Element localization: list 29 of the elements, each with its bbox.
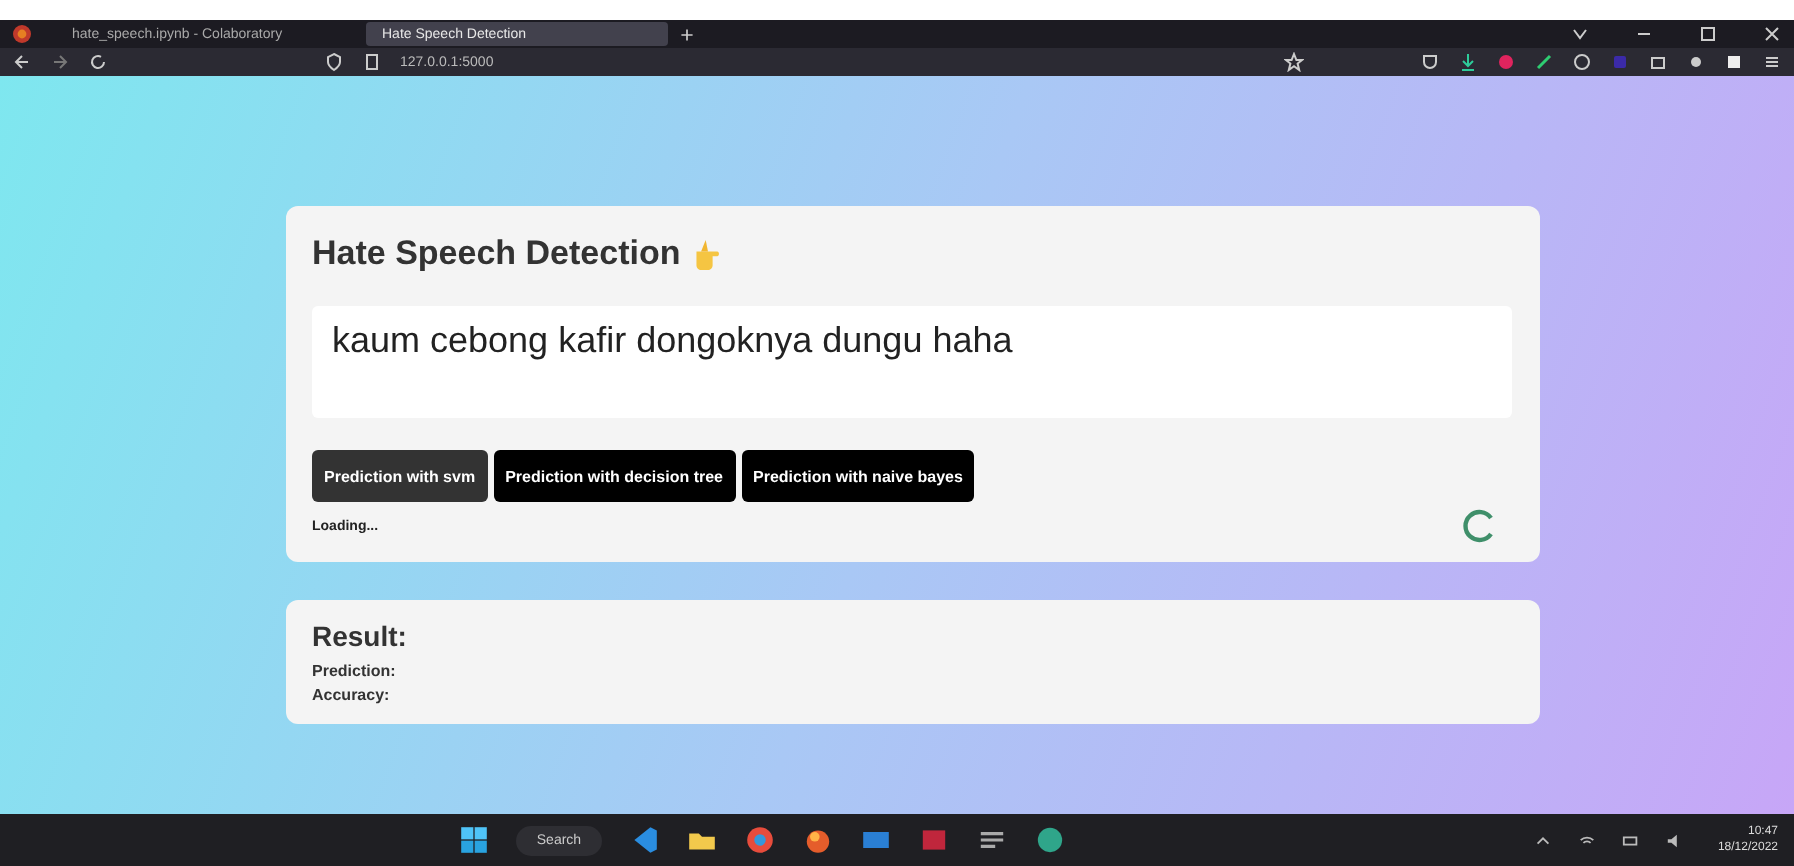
prediction-button[interactable]: Prediction with decision tree <box>493 450 735 502</box>
result-label: Accuracy: <box>312 686 392 704</box>
new-tab-icon[interactable] <box>680 27 694 41</box>
text-field[interactable]: kaum cebong kafir dongoknya dungu haha <box>312 306 1512 418</box>
browser-logo-icon[interactable] <box>12 24 32 44</box>
card-title: Hate Speech Detection <box>312 234 681 274</box>
download-icon[interactable] <box>1458 52 1478 72</box>
reload-icon[interactable] <box>88 52 108 72</box>
sidebar-icon[interactable] <box>1724 52 1744 72</box>
forward-icon[interactable] <box>50 52 70 72</box>
wifi-icon[interactable] <box>1577 831 1596 849</box>
prediction-button[interactable]: Prediction with naive bayes <box>741 450 975 502</box>
account-icon[interactable] <box>1572 52 1592 72</box>
shield-icon[interactable] <box>324 52 344 72</box>
result-title: Result: <box>312 620 407 652</box>
battery-icon[interactable] <box>1621 831 1640 849</box>
pen-icon[interactable] <box>1534 52 1554 72</box>
start-icon[interactable] <box>458 824 491 856</box>
star-icon[interactable] <box>1284 52 1304 72</box>
close-icon[interactable] <box>1762 24 1782 44</box>
browser-icon[interactable] <box>801 824 834 856</box>
menu-icon[interactable] <box>1762 52 1782 72</box>
restore-icon[interactable] <box>1698 24 1718 44</box>
chevron-icon[interactable] <box>1570 24 1590 44</box>
back-icon[interactable] <box>12 52 32 72</box>
prediction-button[interactable]: Prediction with svm <box>312 450 488 502</box>
hand-icon <box>696 239 721 269</box>
browser-icon[interactable] <box>743 824 776 856</box>
result-label: Prediction: <box>312 662 398 680</box>
